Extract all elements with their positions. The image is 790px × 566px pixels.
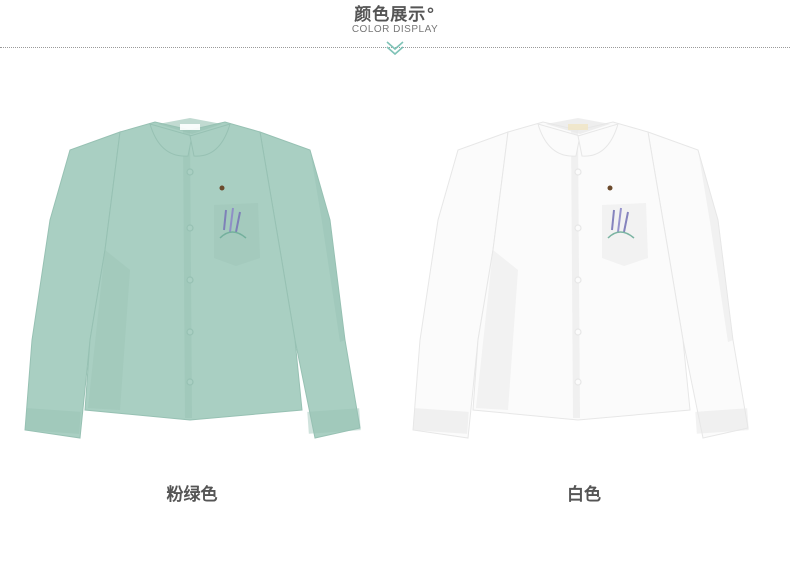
shirt-icon — [412, 118, 749, 439]
color-label-mint: 粉绿色 — [166, 485, 218, 505]
product-image-mint-shirt — [10, 110, 390, 450]
chevron-down-icon — [386, 41, 404, 56]
section-title: 颜色展示° — [354, 5, 436, 25]
product-image-white-shirt — [398, 110, 778, 450]
shirt-icon — [24, 118, 361, 439]
color-label-white: 白色 — [567, 485, 601, 505]
section-subtitle: COLOR DISPLAY — [351, 24, 439, 35]
section-header: 颜色展示° COLOR DISPLAY — [0, 0, 790, 60]
